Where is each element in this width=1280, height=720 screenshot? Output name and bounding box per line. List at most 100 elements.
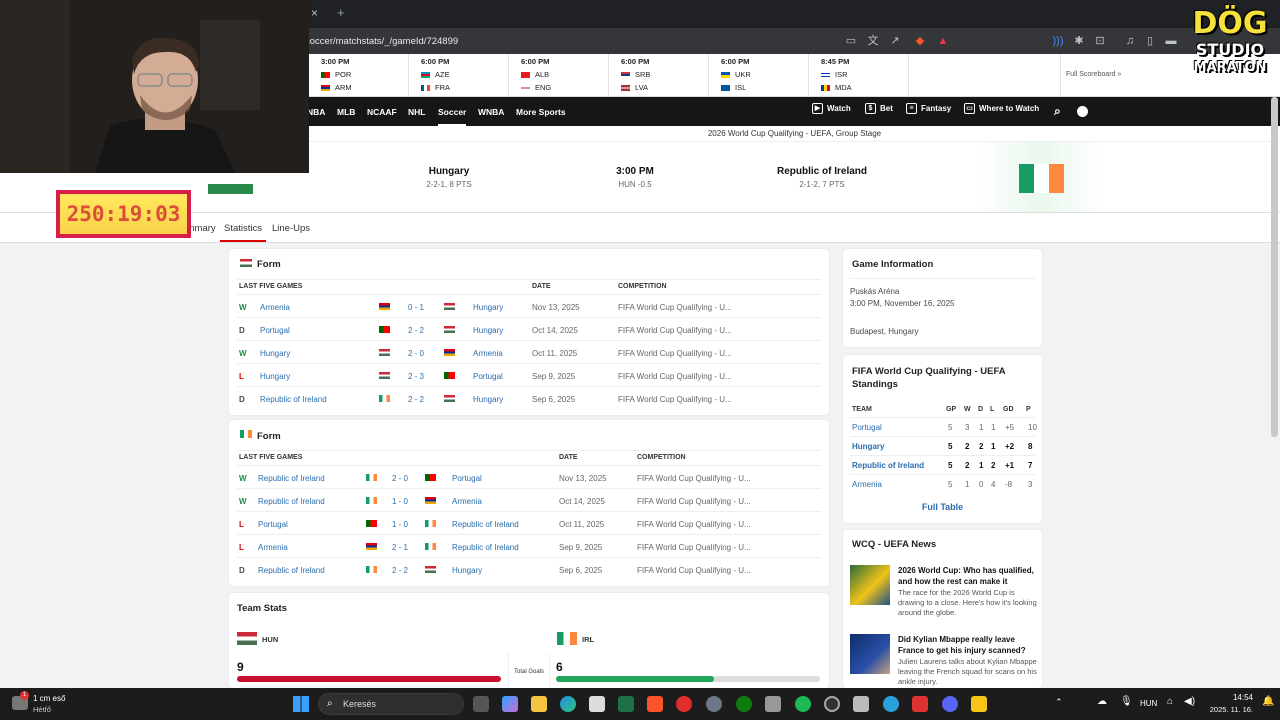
notepad-icon[interactable]	[765, 696, 781, 712]
team2-link[interactable]: Hungary	[473, 395, 503, 404]
mic-icon[interactable]: 🎙	[1120, 696, 1133, 707]
team2-link[interactable]: Republic of Ireland	[452, 520, 519, 529]
team1-link[interactable]: Portugal	[258, 520, 288, 529]
new-tab-icon[interactable]: +	[337, 5, 345, 20]
news-thumb-2[interactable]	[850, 634, 890, 674]
start-icon[interactable]	[293, 696, 309, 712]
edge-icon[interactable]	[560, 696, 576, 712]
team2-link[interactable]: Hungary	[452, 566, 482, 575]
input-language[interactable]: HUN	[1140, 699, 1157, 708]
onedrive-icon[interactable]: ☁	[1097, 696, 1107, 707]
sidebar-icon[interactable]: ▯	[1142, 33, 1158, 49]
team2-link[interactable]: Hungary	[473, 326, 503, 335]
app-8-icon[interactable]	[912, 696, 928, 712]
score-link[interactable]: 2 - 3	[408, 372, 424, 381]
team2-link[interactable]: Portugal	[473, 372, 503, 381]
calculator-icon[interactable]	[853, 696, 869, 712]
install-icon[interactable]: ▭	[843, 33, 859, 49]
score-game[interactable]: 8:45 PM ISR MDA	[809, 54, 909, 97]
task-view-icon[interactable]	[473, 696, 489, 712]
nav-item-nba[interactable]: NBA	[307, 107, 325, 117]
team2-link[interactable]: Republic of Ireland	[452, 543, 519, 552]
nav-item-more-sports[interactable]: More Sports	[516, 107, 566, 117]
team1-link[interactable]: Republic of Ireland	[258, 497, 325, 506]
standings-team-link[interactable]: Republic of Ireland	[852, 461, 924, 470]
score-game[interactable]: 6:00 PM ALB ENG	[509, 54, 609, 97]
copilot-icon[interactable]	[502, 696, 518, 712]
team2-link[interactable]: Hungary	[473, 303, 503, 312]
team2-link[interactable]: Portugal	[452, 474, 482, 483]
news-headline-2[interactable]: Did Kylian Mbappe really leave France to…	[898, 634, 1038, 656]
volume-icon[interactable]: ◀)	[1184, 696, 1195, 707]
team1-link[interactable]: Republic of Ireland	[258, 566, 325, 575]
media-icon[interactable]: ♫	[1122, 33, 1138, 49]
audio-icon[interactable]: )))	[1050, 33, 1066, 49]
score-link[interactable]: 1 - 0	[392, 497, 408, 506]
nav-item-wnba[interactable]: WNBA	[478, 107, 504, 117]
score-link[interactable]: 1 - 0	[392, 520, 408, 529]
away-team-name[interactable]: Republic of Ireland	[742, 166, 902, 177]
team1-link[interactable]: Armenia	[258, 543, 288, 552]
score-link[interactable]: 2 - 1	[392, 543, 408, 552]
taskbar-search[interactable]: ⌕ Keresés	[318, 693, 464, 715]
standings-team-link[interactable]: Armenia	[852, 480, 882, 489]
page-scrollbar[interactable]	[1271, 97, 1278, 437]
tray-chevron-icon[interactable]: ⌃	[1055, 697, 1063, 708]
watch-link[interactable]: ▶ Watch	[812, 103, 851, 114]
nav-item-nhl[interactable]: NHL	[408, 107, 425, 117]
tab-line-ups[interactable]: Line-Ups	[272, 223, 310, 234]
network-icon[interactable]: ⌂	[1167, 696, 1173, 707]
translate-icon[interactable]: 文	[865, 33, 881, 49]
score-link[interactable]: 2 - 2	[392, 566, 408, 575]
nav-item-ncaaf[interactable]: NCAAF	[367, 107, 397, 117]
score-link[interactable]: 2 - 2	[408, 326, 424, 335]
url-field[interactable]: soccer/matchstats/_/gameId/724899	[305, 34, 835, 49]
spotify-icon[interactable]	[795, 696, 811, 712]
team2-link[interactable]: Armenia	[452, 497, 482, 506]
search-icon[interactable]: ⌕	[1054, 104, 1061, 119]
full-scoreboard-link[interactable]: Full Scoreboard »	[1060, 54, 1190, 97]
obs-icon[interactable]	[824, 696, 840, 712]
tab-statistics[interactable]: Statistics	[224, 223, 262, 234]
standings-team-link[interactable]: Hungary	[852, 442, 884, 451]
screenshot-icon[interactable]: ⊡	[1092, 33, 1108, 49]
excel-icon[interactable]	[618, 696, 634, 712]
score-game[interactable]: 3:00 PM POR ARM	[309, 54, 409, 97]
score-game[interactable]: 6:00 PM SRB LVA	[609, 54, 709, 97]
tab-close-icon[interactable]: ×	[311, 6, 318, 20]
notifications-icon[interactable]: 🔔	[1262, 696, 1274, 707]
score-game[interactable]: 6:00 PM AZE FRA	[409, 54, 509, 97]
where-to-watch-link[interactable]: ▭ Where to Watch	[964, 103, 1039, 114]
full-table-link[interactable]: Full Table	[843, 502, 1042, 512]
news-thumb-1[interactable]	[850, 565, 890, 605]
file-explorer-icon[interactable]	[531, 696, 547, 712]
store-icon[interactable]	[589, 696, 605, 712]
share-icon[interactable]: ↗	[887, 33, 903, 49]
settings-icon[interactable]	[706, 696, 722, 712]
news-headline-1[interactable]: 2026 World Cup: Who has qualified, and h…	[898, 565, 1038, 587]
app-red-icon[interactable]	[676, 696, 692, 712]
nav-item-mlb[interactable]: MLB	[337, 107, 355, 117]
score-link[interactable]: 2 - 0	[392, 474, 408, 483]
home-team-name[interactable]: Hungary	[369, 166, 529, 177]
brave-shield-icon[interactable]: ◆	[912, 33, 928, 49]
team1-link[interactable]: Portugal	[260, 326, 290, 335]
fantasy-link[interactable]: ≡ Fantasy	[906, 103, 951, 114]
nav-item-soccer[interactable]: Soccer	[438, 107, 466, 117]
clock-date[interactable]: 2025. 11. 16.	[1200, 705, 1253, 714]
discord-icon[interactable]	[942, 696, 958, 712]
profile-icon[interactable]	[1077, 106, 1088, 117]
extensions-icon[interactable]: ✱	[1071, 33, 1087, 49]
team1-link[interactable]: Republic of Ireland	[258, 474, 325, 483]
telegram-icon[interactable]	[883, 696, 899, 712]
score-link[interactable]: 0 - 1	[408, 303, 424, 312]
bet-link[interactable]: $ Bet	[865, 103, 893, 114]
score-link[interactable]: 2 - 0	[408, 349, 424, 358]
score-game[interactable]: 6:00 PM UKR ISL	[709, 54, 809, 97]
clock-time[interactable]: 14:54	[1209, 693, 1253, 702]
team1-link[interactable]: Hungary	[260, 372, 290, 381]
team2-link[interactable]: Armenia	[473, 349, 503, 358]
xbox-icon[interactable]	[736, 696, 752, 712]
standings-team-link[interactable]: Portugal	[852, 423, 882, 432]
team1-link[interactable]: Republic of Ireland	[260, 395, 327, 404]
